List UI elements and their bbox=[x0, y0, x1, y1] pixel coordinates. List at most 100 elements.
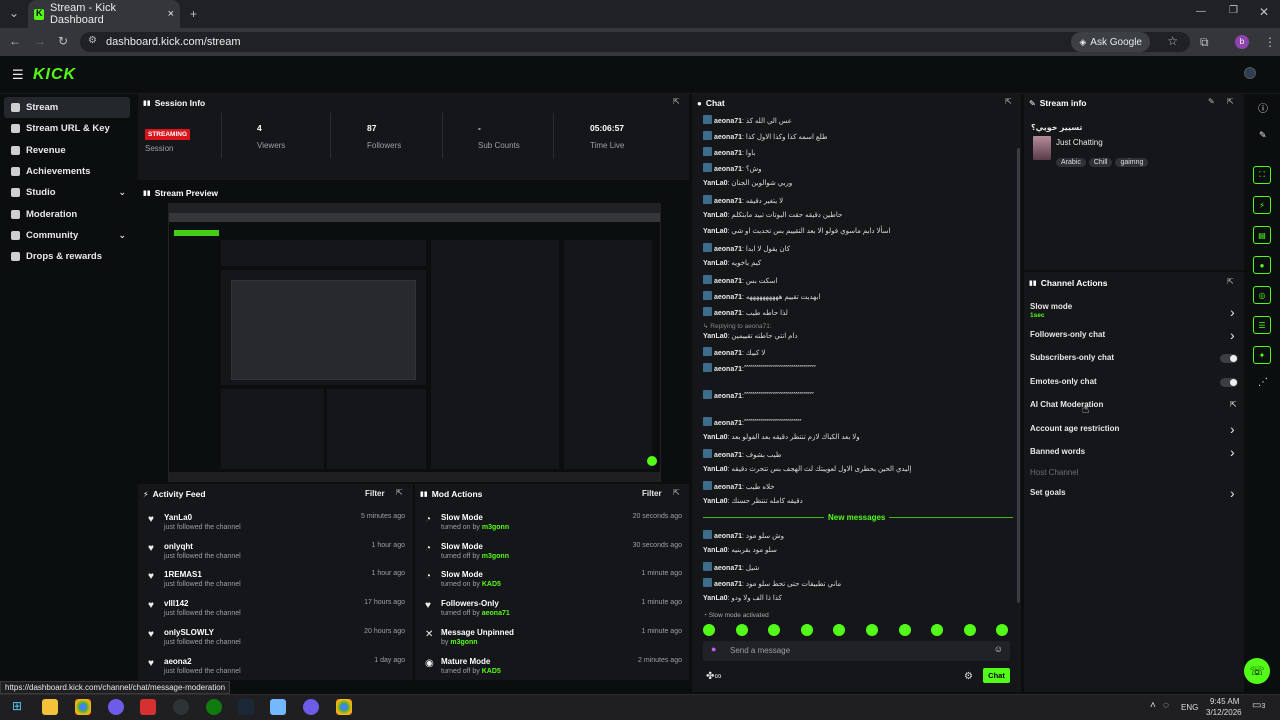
emote-icon[interactable] bbox=[833, 624, 846, 636]
toggle-switch[interactable] bbox=[1220, 354, 1238, 363]
hamburger-menu-icon[interactable]: ☰ bbox=[12, 67, 24, 83]
toggle-switch[interactable] bbox=[1220, 378, 1238, 387]
fab-chat-button[interactable]: ☏ bbox=[1244, 658, 1270, 684]
mod-username[interactable]: m3gonn bbox=[482, 553, 509, 560]
tray-chevron-icon[interactable]: ˄ bbox=[1150, 700, 1156, 711]
rail-button-broadcast[interactable]: ◎ bbox=[1253, 286, 1271, 304]
chrome-icon[interactable] bbox=[336, 699, 352, 715]
rail-button-fullscreen[interactable]: ⛶ bbox=[1253, 166, 1271, 184]
browser-tab[interactable]: Stream - Kick Dashboard × bbox=[28, 0, 180, 28]
mod-username[interactable]: m3gonn bbox=[482, 524, 509, 531]
notification-icon[interactable]: ▭3 bbox=[1252, 700, 1265, 711]
popout-icon[interactable]: ⇱ bbox=[1005, 97, 1012, 106]
emote-icon[interactable] bbox=[703, 624, 715, 636]
extensions-icon[interactable]: ⧉ bbox=[1200, 35, 1209, 50]
sidebar-item-community[interactable]: Community ⌄ bbox=[0, 225, 136, 246]
mic-icon[interactable]: ● bbox=[711, 644, 716, 654]
chrome-icon[interactable] bbox=[75, 699, 91, 715]
chat-username[interactable]: aeona71 bbox=[714, 166, 742, 173]
channel-action-set-goals[interactable]: Set goals bbox=[1030, 488, 1066, 497]
chat-username[interactable]: YanLa0 bbox=[703, 228, 728, 235]
reload-icon[interactable]: ↻ bbox=[58, 34, 68, 48]
chat-username[interactable]: YanLa0 bbox=[703, 333, 728, 340]
activity-username[interactable]: aeona2 bbox=[164, 657, 405, 666]
browser-menu-icon[interactable]: ⋮ bbox=[1264, 35, 1276, 49]
emote-icon[interactable] bbox=[931, 624, 944, 636]
chat-scrollbar[interactable] bbox=[1017, 148, 1020, 603]
chat-username[interactable]: aeona71 bbox=[714, 565, 742, 572]
chat-username[interactable]: YanLa0 bbox=[703, 466, 728, 473]
steam-icon[interactable] bbox=[238, 699, 254, 715]
share-icon[interactable]: ⋰ bbox=[1258, 377, 1268, 388]
sidebar-item-studio[interactable]: Studio ⌄ bbox=[0, 182, 136, 203]
chat-username[interactable]: aeona71 bbox=[714, 310, 742, 317]
sidebar-item-drops-rewards[interactable]: Drops & rewards bbox=[0, 246, 136, 267]
emote-icon[interactable] bbox=[768, 624, 781, 636]
channel-action-followers-only-chat[interactable]: Followers-only chat bbox=[1030, 330, 1105, 339]
emote-icon[interactable] bbox=[996, 624, 1009, 636]
emote-icon[interactable] bbox=[800, 624, 813, 636]
chat-username[interactable]: YanLa0 bbox=[703, 547, 728, 554]
app-icon[interactable] bbox=[303, 699, 319, 715]
channel-action-ai-chat-moderation[interactable]: AI Chat Moderation bbox=[1030, 400, 1103, 409]
close-window-icon[interactable]: ✕ bbox=[1259, 5, 1269, 19]
pencil-icon[interactable]: ✎ bbox=[1259, 130, 1267, 141]
chat-username[interactable]: aeona71 bbox=[714, 452, 742, 459]
rail-button-doc[interactable]: ▤ bbox=[1253, 226, 1271, 244]
close-tab-icon[interactable]: × bbox=[168, 8, 174, 20]
sidebar-item-revenue[interactable]: Revenue bbox=[0, 140, 136, 161]
chevron-down-icon[interactable]: ⌄ bbox=[118, 230, 126, 241]
bookmark-star-icon[interactable]: ☆ bbox=[1167, 34, 1178, 48]
clock-time[interactable]: 9:45 AM bbox=[1210, 697, 1239, 706]
popout-icon[interactable]: ⇱ bbox=[673, 488, 680, 497]
chevron-right-icon[interactable]: › bbox=[1230, 485, 1235, 501]
tab-list-icon[interactable]: ⌄ bbox=[9, 6, 19, 20]
address-bar[interactable]: ⚙ dashboard.kick.com/stream ⌕ ◈ Ask Goog… bbox=[80, 32, 1190, 52]
chat-username[interactable]: aeona71 bbox=[714, 118, 742, 125]
sidebar-item-achievements[interactable]: Achievements bbox=[0, 161, 136, 182]
mod-filter-button[interactable]: Filter bbox=[642, 489, 662, 498]
chat-username[interactable]: aeona71 bbox=[714, 420, 742, 427]
chat-username[interactable]: aeona71 bbox=[714, 533, 742, 540]
stream-tag[interactable]: Chill bbox=[1088, 158, 1113, 167]
back-icon[interactable]: ← bbox=[9, 34, 21, 48]
chat-username[interactable]: YanLa0 bbox=[703, 498, 728, 505]
sidebar-item-moderation[interactable]: Moderation bbox=[0, 203, 136, 224]
channel-action-emotes-only-chat[interactable]: Emotes-only chat bbox=[1030, 377, 1097, 386]
chat-username[interactable]: YanLa0 bbox=[703, 180, 728, 187]
emoji-icon[interactable]: ☺ bbox=[994, 644, 1003, 654]
chat-username[interactable]: YanLa0 bbox=[703, 260, 728, 267]
clock-date[interactable]: 3/12/2026 bbox=[1206, 708, 1242, 717]
activity-filter-button[interactable]: Filter bbox=[365, 489, 385, 498]
chat-username[interactable]: aeona71 bbox=[714, 246, 742, 253]
chat-username[interactable]: aeona71 bbox=[714, 134, 742, 141]
chat-input[interactable]: ● Send a message ☺ bbox=[703, 641, 1010, 661]
edit-icon[interactable]: ✎ bbox=[1208, 97, 1215, 106]
stream-tag[interactable]: gaimng bbox=[1115, 158, 1149, 167]
chat-username[interactable]: YanLa0 bbox=[703, 595, 728, 602]
emote-icon[interactable] bbox=[735, 624, 748, 636]
chevron-right-icon[interactable]: › bbox=[1230, 304, 1235, 320]
channel-action-subscribers-only-chat[interactable]: Subscribers-only chat bbox=[1030, 353, 1114, 362]
chat-username[interactable]: aeona71 bbox=[714, 294, 742, 301]
rail-button-list[interactable]: ☰ bbox=[1253, 316, 1271, 334]
chat-username[interactable]: aeona71 bbox=[714, 366, 742, 373]
channel-action-slow-mode[interactable]: Slow mode 1sec bbox=[1030, 302, 1072, 319]
app-icon[interactable] bbox=[173, 699, 189, 715]
chat-username[interactable]: aeona71 bbox=[714, 278, 742, 285]
chat-settings-icon[interactable]: ⚙ bbox=[964, 671, 973, 682]
activity-username[interactable]: onlyqht bbox=[164, 542, 405, 551]
chat-username[interactable]: YanLa0 bbox=[703, 212, 728, 219]
stream-tag[interactable]: Arabic bbox=[1056, 158, 1086, 167]
kick-logo[interactable]: KICK bbox=[33, 66, 76, 84]
mod-username[interactable]: m3gonn bbox=[450, 639, 477, 646]
new-tab-icon[interactable]: + bbox=[190, 7, 197, 21]
channel-action-banned-words[interactable]: Banned words bbox=[1030, 447, 1085, 456]
chevron-right-icon[interactable]: › bbox=[1230, 444, 1235, 460]
sidebar-item-stream[interactable]: Stream bbox=[4, 97, 130, 119]
popout-icon[interactable]: ⇱ bbox=[1227, 97, 1234, 106]
ask-google-button[interactable]: ◈ Ask Google bbox=[1071, 32, 1150, 52]
mod-username[interactable]: KAD5 bbox=[482, 581, 501, 588]
chat-rules-icon[interactable]: ✤∞ bbox=[706, 671, 722, 682]
rail-button-chat[interactable]: ● bbox=[1253, 256, 1271, 274]
